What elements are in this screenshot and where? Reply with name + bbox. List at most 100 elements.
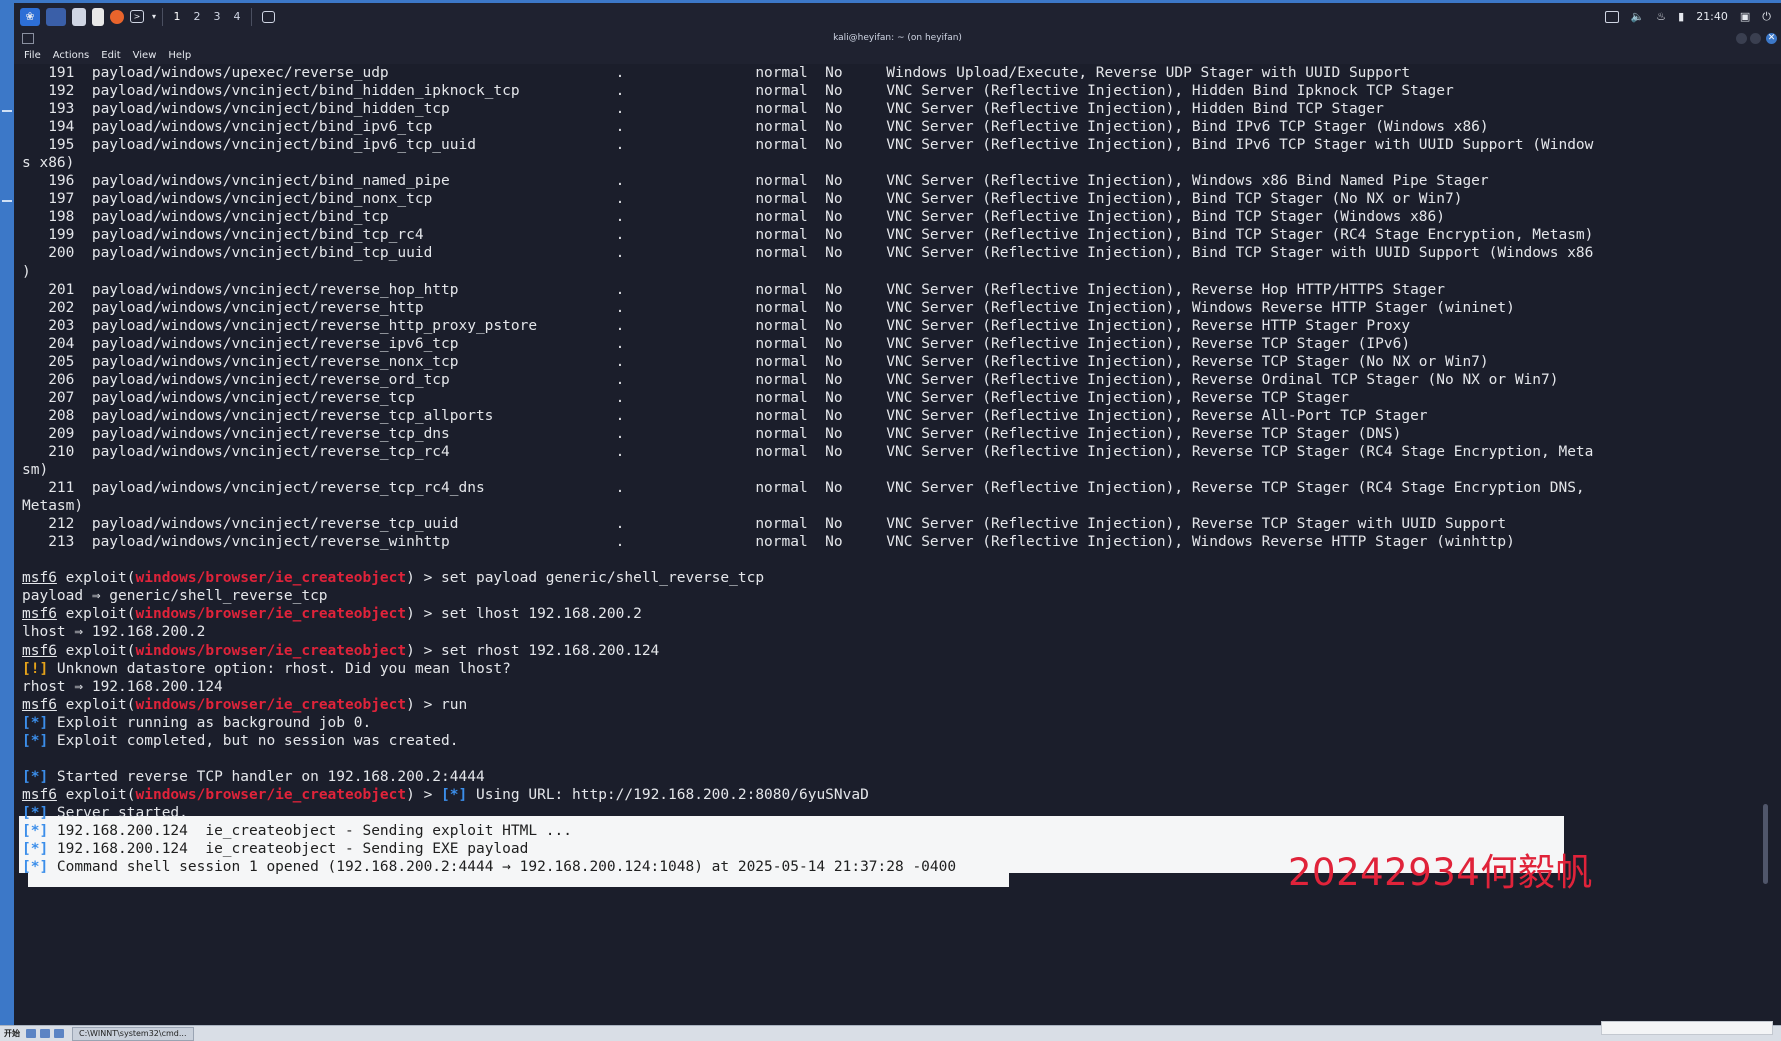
- kali-menu-icon[interactable]: ❀: [20, 7, 40, 26]
- close-button[interactable]: ✕: [1766, 33, 1777, 44]
- payload-name: payload/windows/vncinject/bind_named_pip…: [91, 173, 616, 190]
- editor-icon[interactable]: [92, 7, 104, 26]
- payload-description: VNC Server (Reflective Injection), Hidde…: [886, 83, 1454, 100]
- disclosure-date: .: [615, 389, 756, 406]
- window-title: kali@heyifan: ~ (on heyifan): [833, 33, 962, 43]
- info-line: [*] Exploit running as background job 0.: [22, 714, 1593, 732]
- firefox-icon[interactable]: [110, 9, 124, 24]
- terminal-icon[interactable]: >: [130, 10, 144, 23]
- row-number: 200: [22, 245, 92, 262]
- payload-check: No: [825, 65, 887, 81]
- payload-row: 195 payload/windows/vncinject/bind_ipv6_…: [22, 136, 1593, 154]
- scroll-thumb[interactable]: [1763, 804, 1768, 884]
- workspace-2[interactable]: 2: [187, 10, 207, 23]
- menu-bar: File Actions Edit View Help: [14, 47, 1781, 64]
- prompt-exploit: exploit(: [56, 642, 136, 659]
- display-icon[interactable]: [1604, 10, 1619, 23]
- payload-description: VNC Server (Reflective Injection), Windo…: [886, 299, 1515, 316]
- desktop-icon[interactable]: [46, 7, 66, 26]
- payload-description: VNC Server (Reflective Injection), Bind …: [886, 137, 1594, 154]
- row-number: 208: [22, 407, 92, 424]
- output-text: payload ⇒ generic/shell_reverse_tcp: [22, 588, 328, 605]
- row-number: 213: [22, 534, 92, 551]
- power-icon[interactable]: ⏻: [1762, 10, 1771, 24]
- command-line: msf6 exploit(windows/browser/ie_createob…: [22, 696, 1593, 714]
- battery-icon[interactable]: ▮: [1678, 10, 1684, 23]
- payload-description-wrap: sm): [22, 462, 49, 479]
- workspace-1[interactable]: 1: [167, 10, 187, 23]
- payload-rank: normal: [755, 534, 826, 551]
- row-number: 198: [22, 209, 92, 226]
- payload-description: VNC Server (Reflective Injection), Rever…: [886, 407, 1428, 424]
- payload-name: payload/windows/vncinject/reverse_tcp_al…: [91, 407, 616, 424]
- payload-row: 212 payload/windows/vncinject/reverse_tc…: [22, 515, 1593, 533]
- menu-actions[interactable]: Actions: [53, 50, 90, 61]
- ie-icon[interactable]: [26, 1029, 36, 1038]
- chevron-down-icon[interactable]: ▾: [150, 8, 158, 26]
- payload-row: 211 payload/windows/vncinject/reverse_tc…: [22, 479, 1593, 497]
- payload-row: 202 payload/windows/vncinject/reverse_ht…: [22, 299, 1593, 317]
- output-line: rhost ⇒ 192.168.200.124: [22, 678, 1593, 696]
- desktop-icon[interactable]: [54, 1029, 64, 1038]
- menu-edit[interactable]: Edit: [101, 50, 120, 61]
- payload-description: VNC Server (Reflective Injection), Rever…: [886, 371, 1559, 388]
- payload-check: No: [825, 371, 887, 388]
- lock-icon[interactable]: ▣: [1740, 10, 1750, 23]
- disclosure-date: .: [615, 516, 756, 533]
- frame-mark: [2, 110, 12, 112]
- payload-rank: normal: [755, 101, 826, 118]
- payload-check: No: [825, 389, 887, 406]
- explorer-icon[interactable]: [40, 1029, 50, 1038]
- payload-name: payload/windows/vncinject/reverse_nonx_t…: [91, 353, 616, 370]
- clock[interactable]: 21:40: [1696, 10, 1728, 23]
- row-number: 192: [22, 83, 92, 100]
- prompt-exploit: exploit(: [56, 696, 136, 713]
- menu-view[interactable]: View: [133, 50, 157, 61]
- payload-row: 193 payload/windows/vncinject/bind_hidde…: [22, 100, 1593, 118]
- payload-rank: normal: [755, 353, 826, 370]
- workspace-3[interactable]: 3: [207, 10, 227, 23]
- payload-check: No: [825, 317, 887, 334]
- menu-help[interactable]: Help: [168, 50, 191, 61]
- payload-name: payload/windows/vncinject/reverse_tcp_rc…: [91, 480, 616, 497]
- volume-icon[interactable]: 🔈: [1631, 10, 1645, 23]
- payload-check: No: [825, 353, 887, 370]
- payload-rank: normal: [755, 137, 826, 154]
- terminal-lines: 191 payload/windows/upexec/reverse_udp .…: [22, 64, 1593, 876]
- info-tag: [*]: [22, 822, 49, 839]
- workspace-4[interactable]: 4: [227, 10, 247, 23]
- system-tray: 🔈 ♨ ▮ 21:40 ▣ ⏻: [1604, 10, 1771, 24]
- payload-check: No: [825, 407, 887, 424]
- info-text: Server started.: [48, 804, 188, 821]
- disclosure-date: .: [615, 137, 756, 154]
- notification-bell-icon[interactable]: ♨: [1656, 10, 1666, 23]
- payload-name: payload/windows/upexec/reverse_udp: [91, 65, 616, 81]
- scrollbar[interactable]: [1761, 64, 1769, 1024]
- payload-check: No: [825, 209, 887, 226]
- minimize-button[interactable]: [1736, 33, 1747, 44]
- payload-rank: normal: [755, 425, 826, 442]
- payload-description: VNC Server (Reflective Injection), Windo…: [886, 173, 1489, 190]
- warning-text: Unknown datastore option: rhost. Did you…: [48, 660, 511, 677]
- payload-row: 196 payload/windows/vncinject/bind_named…: [22, 172, 1593, 190]
- maximize-button[interactable]: [1750, 33, 1761, 44]
- command-text: set payload generic/shell_reverse_tcp: [441, 570, 765, 587]
- menu-file[interactable]: File: [24, 50, 41, 61]
- row-number: 205: [22, 353, 92, 370]
- payload-description: VNC Server (Reflective Injection), Rever…: [886, 335, 1411, 352]
- row-number: 193: [22, 101, 92, 118]
- taskbar-item-cmd[interactable]: C:\WINNT\system32\cmd...: [72, 1026, 194, 1041]
- info-text: Exploit completed, but no session was cr…: [48, 732, 459, 749]
- prompt-msf: msf6: [22, 696, 57, 713]
- terminal-task-icon[interactable]: [262, 10, 275, 23]
- payload-row: 192 payload/windows/vncinject/bind_hidde…: [22, 82, 1593, 100]
- payload-description: VNC Server (Reflective Injection), Bind …: [886, 227, 1594, 244]
- prompt-exploit: exploit(: [56, 786, 136, 803]
- start-button[interactable]: 开始: [0, 1028, 24, 1039]
- disclosure-date: .: [615, 407, 756, 424]
- payload-description: VNC Server (Reflective Injection), Rever…: [886, 353, 1489, 370]
- payload-name: payload/windows/vncinject/reverse_ipv6_t…: [91, 335, 616, 352]
- row-number: 199: [22, 227, 92, 244]
- files-icon[interactable]: [72, 7, 86, 26]
- payload-rank: normal: [755, 480, 826, 497]
